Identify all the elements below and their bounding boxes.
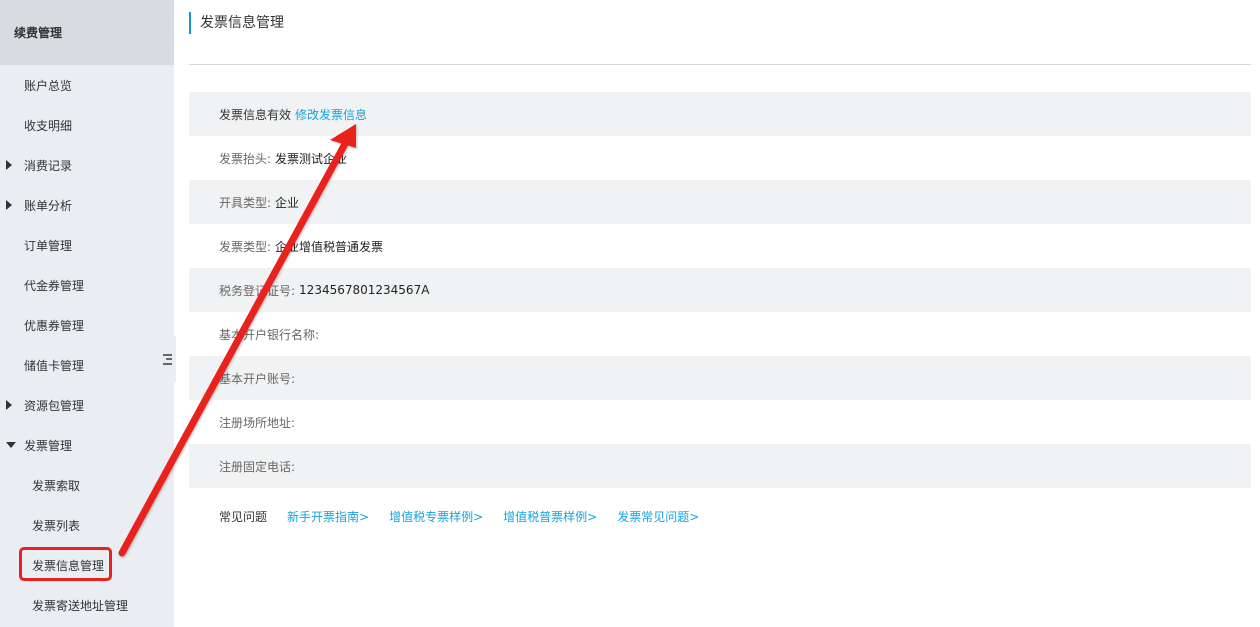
faq-row: 常见问题 新手开票指南> 增值税专票样例> 增值税普票样例> 发票常见问题> <box>189 504 719 528</box>
sidebar-item-income-expense-detail[interactable]: 收支明细 <box>0 105 174 145</box>
sidebar-item-label: 发票管理 <box>24 438 73 453</box>
sidebar-item-label: 订单管理 <box>24 238 73 253</box>
field-label: 发票类型: <box>219 239 272 254</box>
triangle-down-icon <box>6 442 16 448</box>
sidebar-item-order-management[interactable]: 订单管理 <box>0 225 174 265</box>
sidebar-item-stored-value-card-management[interactable]: 储值卡管理 <box>0 345 174 385</box>
sidebar: 续费管理 账户总览收支明细消费记录账单分析订单管理代金券管理优惠券管理储值卡管理… <box>0 0 176 627</box>
sidebar-item-label: 代金券管理 <box>24 278 85 293</box>
triangle-right-icon <box>6 160 12 170</box>
sidebar-item-invoice-mailing-address-management[interactable]: 发票寄送地址管理 <box>0 585 174 625</box>
field-label: 税务登记证号: <box>219 283 296 298</box>
sidebar-header-label: 续费管理 <box>14 26 63 40</box>
sidebar-item-label: 发票索取 <box>32 478 81 493</box>
field-label: 基本开户银行名称: <box>219 327 320 342</box>
field-label: 开具类型: <box>219 195 272 210</box>
invoice-status-row: 发票信息有效 修改发票信息 <box>189 92 1251 136</box>
field-row-invoice-title: 发票抬头: 发票测试企业 <box>189 136 1251 180</box>
sidebar-item-resource-package-management[interactable]: 资源包管理 <box>0 385 174 425</box>
sidebar-item-voucher-management[interactable]: 代金券管理 <box>0 265 174 305</box>
sidebar-item-bill-analysis[interactable]: 账单分析 <box>0 185 174 225</box>
faq-link-special-vat-sample[interactable]: 增值税专票样例> <box>389 508 483 525</box>
sidebar-item-label: 储值卡管理 <box>24 358 85 373</box>
field-label: 注册固定电话: <box>219 459 296 474</box>
menu-collapse-icon <box>162 353 172 365</box>
title-divider <box>189 64 1251 65</box>
page-title: 发票信息管理 <box>189 12 284 34</box>
triangle-right-icon <box>6 400 12 410</box>
sidebar-item-coupon-management[interactable]: 优惠券管理 <box>0 305 174 345</box>
field-row-tax-registration-number: 税务登记证号: 1234567801234567A <box>189 268 1251 312</box>
sidebar-item-invoice-list[interactable]: 发票列表 <box>0 505 174 545</box>
sidebar-header: 续费管理 <box>0 0 174 65</box>
field-label: 注册场所地址: <box>219 415 296 430</box>
field-row-issue-type: 开具类型: 企业 <box>189 180 1251 224</box>
field-row-bank-account: 基本开户账号: <box>189 356 1251 400</box>
sidebar-item-invoice-info-management[interactable]: 发票信息管理 <box>0 545 174 585</box>
sidebar-item-label: 发票寄送地址管理 <box>32 598 129 613</box>
sidebar-item-account-overview[interactable]: 账户总览 <box>0 65 174 105</box>
invoice-status-text: 发票信息有效 <box>219 107 292 122</box>
sidebar-item-invoice-request[interactable]: 发票索取 <box>0 465 174 505</box>
invoice-info-table: 发票信息有效 修改发票信息 发票抬头: 发票测试企业 开具类型: 企业 发票类型: 企业增… <box>189 92 1251 488</box>
sidebar-item-label: 消费记录 <box>24 158 73 173</box>
sidebar-item-label: 发票列表 <box>32 518 81 533</box>
field-row-bank-name: 基本开户银行名称: <box>189 312 1251 356</box>
field-value: 企业增值税普通发票 <box>275 239 384 254</box>
triangle-right-icon <box>6 200 12 210</box>
field-value: 企业 <box>275 195 300 210</box>
field-label: 发票抬头: <box>219 151 272 166</box>
field-row-invoice-type: 发票类型: 企业增值税普通发票 <box>189 224 1251 268</box>
sidebar-item-label: 收支明细 <box>24 118 73 133</box>
faq-link-beginner-guide[interactable]: 新手开票指南> <box>287 508 369 525</box>
field-label: 基本开户账号: <box>219 371 296 386</box>
sidebar-item-label: 账单分析 <box>24 198 73 213</box>
field-row-registered-phone: 注册固定电话: <box>189 444 1251 488</box>
sidebar-item-label: 账户总览 <box>24 78 73 93</box>
field-value: 发票测试企业 <box>275 151 348 166</box>
faq-link-general-vat-sample[interactable]: 增值税普票样例> <box>503 508 597 525</box>
sidebar-item-label: 资源包管理 <box>24 398 85 413</box>
sidebar-item-label: 发票信息管理 <box>32 558 105 573</box>
main-content: 发票信息管理 发票信息有效 修改发票信息 发票抬头: 发票测试企业 开具类型: 企业发… <box>174 0 1260 627</box>
field-value: 1234567801234567A <box>299 283 430 297</box>
sidebar-item-invoice-management[interactable]: 发票管理 <box>0 425 174 465</box>
field-row-registered-address: 注册场所地址: <box>189 400 1251 444</box>
sidebar-item-label: 优惠券管理 <box>24 318 85 333</box>
faq-label: 常见问题 <box>219 509 268 524</box>
edit-invoice-info-link[interactable]: 修改发票信息 <box>295 106 367 123</box>
faq-link-invoice-faq[interactable]: 发票常见问题> <box>617 508 699 525</box>
sidebar-item-consumption-records[interactable]: 消费记录 <box>0 145 174 185</box>
